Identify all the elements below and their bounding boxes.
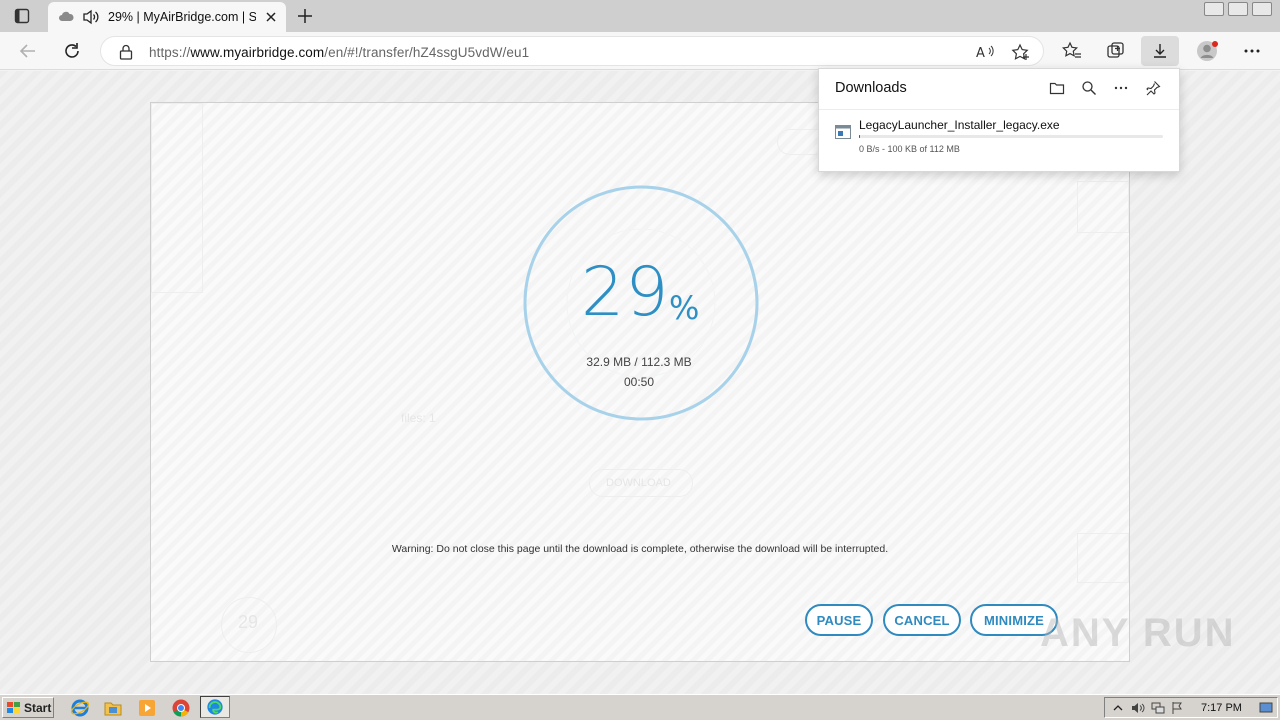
action-center-flag-icon[interactable]	[1171, 701, 1185, 715]
taskbar: Start 7:17 PM	[0, 694, 1280, 720]
percent-symbol: %	[669, 289, 700, 327]
restore-window-button[interactable]	[1228, 2, 1248, 16]
open-folder-icon[interactable]	[1049, 80, 1065, 96]
speaker-icon[interactable]	[82, 9, 100, 25]
tab-actions-icon[interactable]	[14, 8, 30, 24]
volume-icon[interactable]	[1131, 701, 1145, 715]
download-status: 0 B/s - 100 KB of 112 MB	[859, 144, 960, 154]
download-filename[interactable]: LegacyLauncher_Installer_legacy.exe	[859, 118, 1060, 132]
close-window-button[interactable]	[1252, 2, 1272, 16]
ghost-mini-percent: 29	[238, 612, 259, 632]
watermark: ANY RUN	[1040, 611, 1236, 655]
ghost-download-label: DOWNLOAD	[606, 477, 671, 489]
percent-value: 29	[581, 253, 670, 332]
read-aloud-icon[interactable]: A	[975, 43, 995, 61]
download-progress-bar	[859, 135, 1163, 138]
profile-avatar-icon[interactable]	[1196, 39, 1220, 63]
refresh-icon[interactable]	[62, 41, 82, 61]
internet-explorer-icon[interactable]	[70, 698, 90, 718]
add-favorite-icon[interactable]	[1011, 43, 1031, 61]
ghost-mini-ring: 29	[221, 597, 277, 653]
edge-taskbar-button[interactable]	[200, 696, 230, 718]
network-icon[interactable]	[1151, 701, 1165, 715]
system-tray: 7:17 PM	[1104, 697, 1278, 718]
transfer-card: files: 1 DOWNLOAD 29 29 % 32.9 MB / 112.…	[150, 102, 1130, 662]
pin-icon[interactable]	[1145, 80, 1161, 96]
more-options-icon[interactable]	[1113, 80, 1129, 96]
cloud-icon	[59, 11, 74, 21]
search-icon[interactable]	[1081, 80, 1097, 96]
cancel-button[interactable]: CANCEL	[883, 604, 961, 636]
collections-icon[interactable]	[1106, 41, 1126, 61]
downloads-title: Downloads	[835, 80, 907, 96]
minimize-window-button[interactable]	[1204, 2, 1224, 16]
url-text: https://www.myairbridge.com/en/#!/transf…	[149, 45, 530, 60]
downloads-divider	[819, 109, 1179, 110]
address-bar[interactable]: https://www.myairbridge.com/en/#!/transf…	[100, 36, 1044, 66]
transferred-size: 32.9 MB / 112.3 MB	[586, 355, 692, 369]
start-label: Start	[24, 700, 52, 715]
warning-message: Warning: Do not close this page until th…	[391, 543, 889, 555]
downloads-panel: Downloads LegacyLauncher_Installer_legac…	[818, 68, 1180, 172]
edge-icon	[207, 699, 223, 715]
media-player-icon[interactable]	[137, 698, 157, 718]
taskbar-clock: 7:17 PM	[1201, 702, 1242, 714]
window-controls	[1204, 2, 1272, 16]
download-progress-fill	[859, 135, 861, 138]
chrome-icon[interactable]	[171, 698, 191, 718]
exe-file-icon	[835, 125, 851, 139]
show-desktop-icon[interactable]	[1259, 701, 1273, 715]
download-icon	[1154, 44, 1166, 58]
favorites-icon[interactable]	[1062, 41, 1082, 61]
back-arrow-icon[interactable]	[18, 41, 38, 61]
ghost-download-button: DOWNLOAD	[589, 469, 693, 497]
lock-icon[interactable]	[119, 44, 133, 60]
svg-text:A: A	[976, 46, 985, 61]
close-tab-icon[interactable]	[264, 10, 278, 24]
ghost-sidebar	[151, 103, 203, 293]
ghost-box-right-bottom	[1077, 533, 1129, 583]
time-remaining: 00:50	[623, 375, 655, 389]
tab-title: 29% | MyAirBridge.com | S	[108, 10, 256, 24]
pause-button[interactable]: PAUSE	[805, 604, 873, 636]
ghost-box-right	[1077, 181, 1129, 233]
windows-logo-icon	[7, 701, 20, 713]
start-button[interactable]: Start	[2, 697, 54, 718]
tray-expand-icon[interactable]	[1111, 701, 1125, 715]
file-explorer-icon[interactable]	[103, 698, 123, 718]
tab-strip: 29% | MyAirBridge.com | S	[0, 0, 1280, 32]
browser-tab[interactable]: 29% | MyAirBridge.com | S	[48, 2, 286, 32]
downloads-button[interactable]	[1141, 36, 1179, 66]
more-menu-icon[interactable]	[1242, 41, 1262, 61]
new-tab-icon[interactable]	[296, 7, 314, 25]
ghost-files-label: files: 1	[401, 411, 436, 425]
browser-toolbar: https://www.myairbridge.com/en/#!/transf…	[0, 32, 1280, 70]
